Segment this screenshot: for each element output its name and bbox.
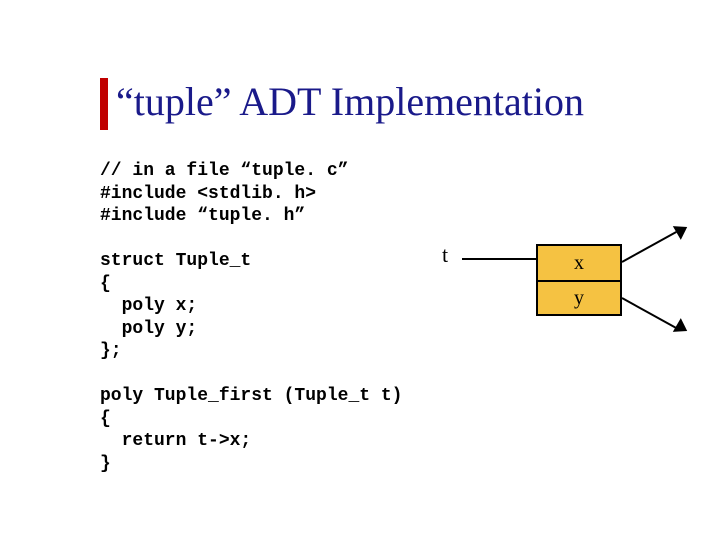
arrow-x-head bbox=[673, 220, 691, 240]
field-x-box: x bbox=[538, 246, 620, 280]
arrow-y bbox=[622, 297, 677, 329]
slide-title: “tuple” ADT Implementation bbox=[116, 78, 584, 125]
accent-bar bbox=[100, 78, 108, 130]
code-listing: // in a file “tuple. c” #include <stdlib… bbox=[100, 160, 402, 475]
pointer-line bbox=[462, 258, 536, 260]
arrow-x bbox=[622, 231, 677, 263]
arrow-y-head bbox=[673, 318, 691, 338]
struct-diagram: t x y bbox=[430, 244, 690, 364]
field-y-box: y bbox=[538, 280, 620, 314]
struct-boxes: x y bbox=[536, 244, 622, 316]
pointer-label: t bbox=[442, 242, 448, 268]
